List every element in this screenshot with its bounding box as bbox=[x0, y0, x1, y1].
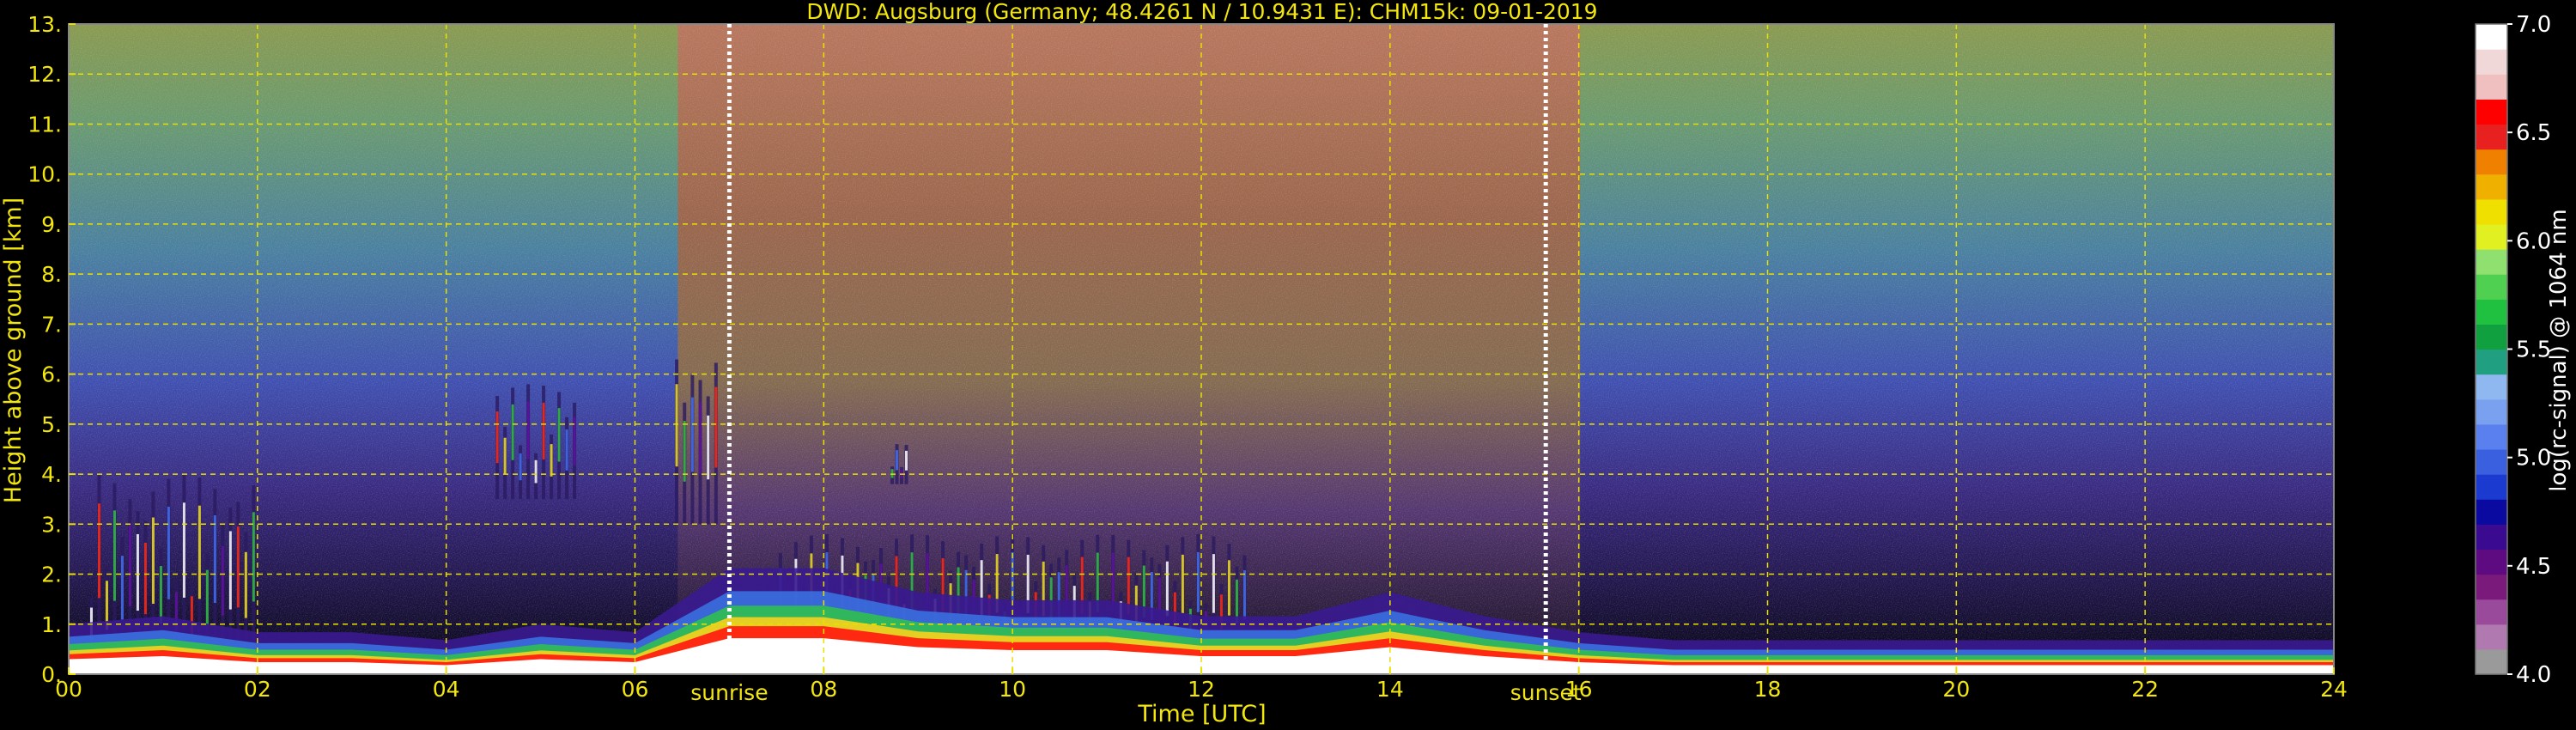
x-tick-label: 12 bbox=[1188, 677, 1215, 702]
y-tick-label: 12. bbox=[27, 62, 62, 87]
colorbar-segment bbox=[2476, 423, 2507, 450]
colorbar-segment bbox=[2476, 274, 2507, 300]
y-tick-label: 0. bbox=[41, 662, 62, 687]
chart-title: DWD: Augsburg (Germany; 48.4261 N / 10.9… bbox=[806, 0, 1597, 24]
colorbar-segment bbox=[2476, 549, 2507, 575]
colorbar-segment bbox=[2476, 173, 2507, 200]
colorbar-segment bbox=[2476, 599, 2507, 625]
x-tick-label: 20 bbox=[1942, 677, 1970, 702]
x-tick-label: 22 bbox=[2131, 677, 2159, 702]
colorbar-segment bbox=[2476, 398, 2507, 425]
x-tick-label: 02 bbox=[244, 677, 271, 702]
y-tick-label: 8. bbox=[41, 262, 62, 287]
y-tick-label: 4. bbox=[41, 462, 62, 487]
y-axis-label: Height above ground [km] bbox=[0, 198, 27, 503]
colorbar-segment bbox=[2476, 524, 2507, 551]
colorbar-tick-label: 7.0 bbox=[2516, 12, 2551, 38]
colorbar-segment bbox=[2476, 223, 2507, 250]
x-tick-label: 04 bbox=[433, 677, 460, 702]
colorbar-segment bbox=[2476, 249, 2507, 275]
y-tick-label: 7. bbox=[41, 312, 62, 337]
colorbar-segment bbox=[2476, 74, 2507, 100]
colorbar-segment bbox=[2476, 149, 2507, 175]
colorbar-tick-label: 6.5 bbox=[2516, 120, 2551, 146]
y-tick-label: 13. bbox=[27, 12, 62, 37]
colorbar-segment bbox=[2476, 374, 2507, 400]
colorbar-segment bbox=[2476, 448, 2507, 475]
colorbar-segment bbox=[2476, 324, 2507, 350]
y-tick-label: 3. bbox=[41, 512, 62, 537]
colorbar-segment bbox=[2476, 349, 2507, 375]
colorbar-segment bbox=[2476, 624, 2507, 650]
y-tick-label: 5. bbox=[41, 412, 62, 437]
colorbar-tick-label: 4.5 bbox=[2516, 554, 2551, 580]
x-tick-label: 24 bbox=[2320, 677, 2348, 702]
x-tick-label: 18 bbox=[1754, 677, 1782, 702]
colorbar-segment bbox=[2476, 24, 2507, 50]
x-tick-label: 14 bbox=[1376, 677, 1404, 702]
y-tick-label: 11. bbox=[27, 112, 62, 137]
annotation-label: sunrise bbox=[690, 680, 768, 705]
colorbar-segment bbox=[2476, 499, 2507, 525]
y-tick-label: 1. bbox=[41, 612, 62, 637]
colorbar-segment bbox=[2476, 574, 2507, 600]
x-axis-label: Time [UTC] bbox=[1137, 701, 1266, 727]
colorbar-segment bbox=[2476, 99, 2507, 125]
colorbar-segment bbox=[2476, 198, 2507, 225]
colorbar-tick-label: 4.0 bbox=[2516, 662, 2551, 688]
colorbar-segment bbox=[2476, 124, 2507, 150]
y-tick-label: 6. bbox=[41, 362, 62, 387]
y-tick-label: 2. bbox=[41, 563, 62, 587]
colorbar-label: log(rc-signal) @ 1064 nm bbox=[2546, 209, 2572, 491]
colorbar-segment bbox=[2476, 648, 2507, 675]
x-tick-label: 10 bbox=[999, 677, 1026, 702]
colorbar-segment bbox=[2476, 299, 2507, 325]
colorbar-segment bbox=[2476, 49, 2507, 75]
y-tick-label: 9. bbox=[41, 212, 62, 237]
y-tick-label: 10. bbox=[27, 162, 62, 187]
x-tick-label: 08 bbox=[810, 677, 837, 702]
lidar-chart: 00 02 04 06 08 10 12 14 16 18 20 22 240.1.2.3.4.5.6.… bbox=[0, 0, 2572, 727]
annotation-label: sunset bbox=[1510, 680, 1582, 705]
x-tick-label: 06 bbox=[622, 677, 649, 702]
colorbar: 4.04.55.05.56.06.57.0 bbox=[2475, 12, 2551, 688]
colorbar-segment bbox=[2476, 474, 2507, 500]
